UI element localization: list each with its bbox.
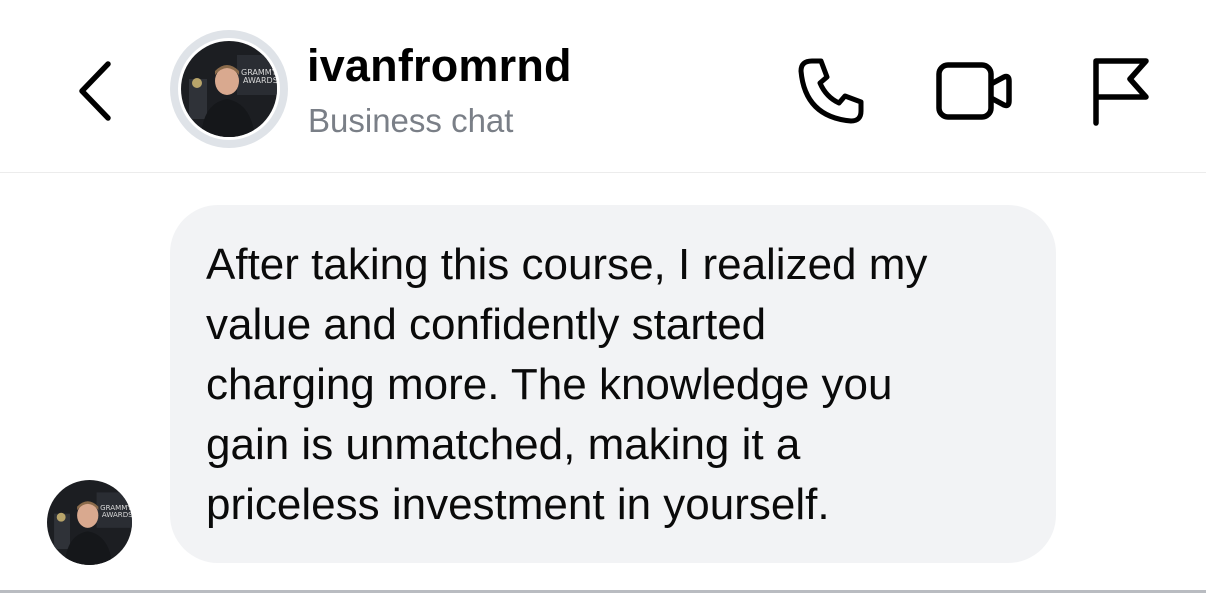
message-line: After taking this course, I realized my bbox=[206, 240, 928, 289]
back-button[interactable] bbox=[68, 56, 124, 126]
chevron-left-icon bbox=[79, 61, 111, 121]
video-call-button[interactable] bbox=[934, 58, 1014, 124]
svg-text:AWARDS: AWARDS bbox=[243, 76, 277, 85]
message-line: value and confidently started bbox=[206, 300, 767, 349]
chat-header: GRAMMY AWARDS ivanfromrnd Business chat bbox=[0, 0, 1206, 173]
phone-icon bbox=[798, 58, 864, 124]
message-bubble[interactable]: After taking this course, I realized my … bbox=[170, 205, 1056, 563]
sender-avatar[interactable]: GRAMMY AWARDS bbox=[47, 480, 132, 565]
flag-icon bbox=[1093, 58, 1149, 126]
message-line: gain is unmatched, making it a bbox=[206, 420, 801, 469]
call-button[interactable] bbox=[795, 55, 867, 127]
avatar-photo: GRAMMY AWARDS bbox=[181, 41, 277, 137]
report-button[interactable] bbox=[1086, 55, 1152, 127]
message-line: priceless investment in yourself. bbox=[206, 480, 830, 529]
chat-username[interactable]: ivanfromrnd bbox=[307, 40, 572, 92]
profile-avatar[interactable]: GRAMMY AWARDS bbox=[170, 30, 288, 148]
video-camera-icon bbox=[936, 62, 1012, 120]
svg-text:AWARDS: AWARDS bbox=[102, 510, 132, 519]
sender-avatar-photo: GRAMMY AWARDS bbox=[47, 480, 132, 565]
chat-subtitle: Business chat bbox=[308, 102, 514, 139]
message-line: charging more. The knowledge you bbox=[206, 360, 893, 409]
